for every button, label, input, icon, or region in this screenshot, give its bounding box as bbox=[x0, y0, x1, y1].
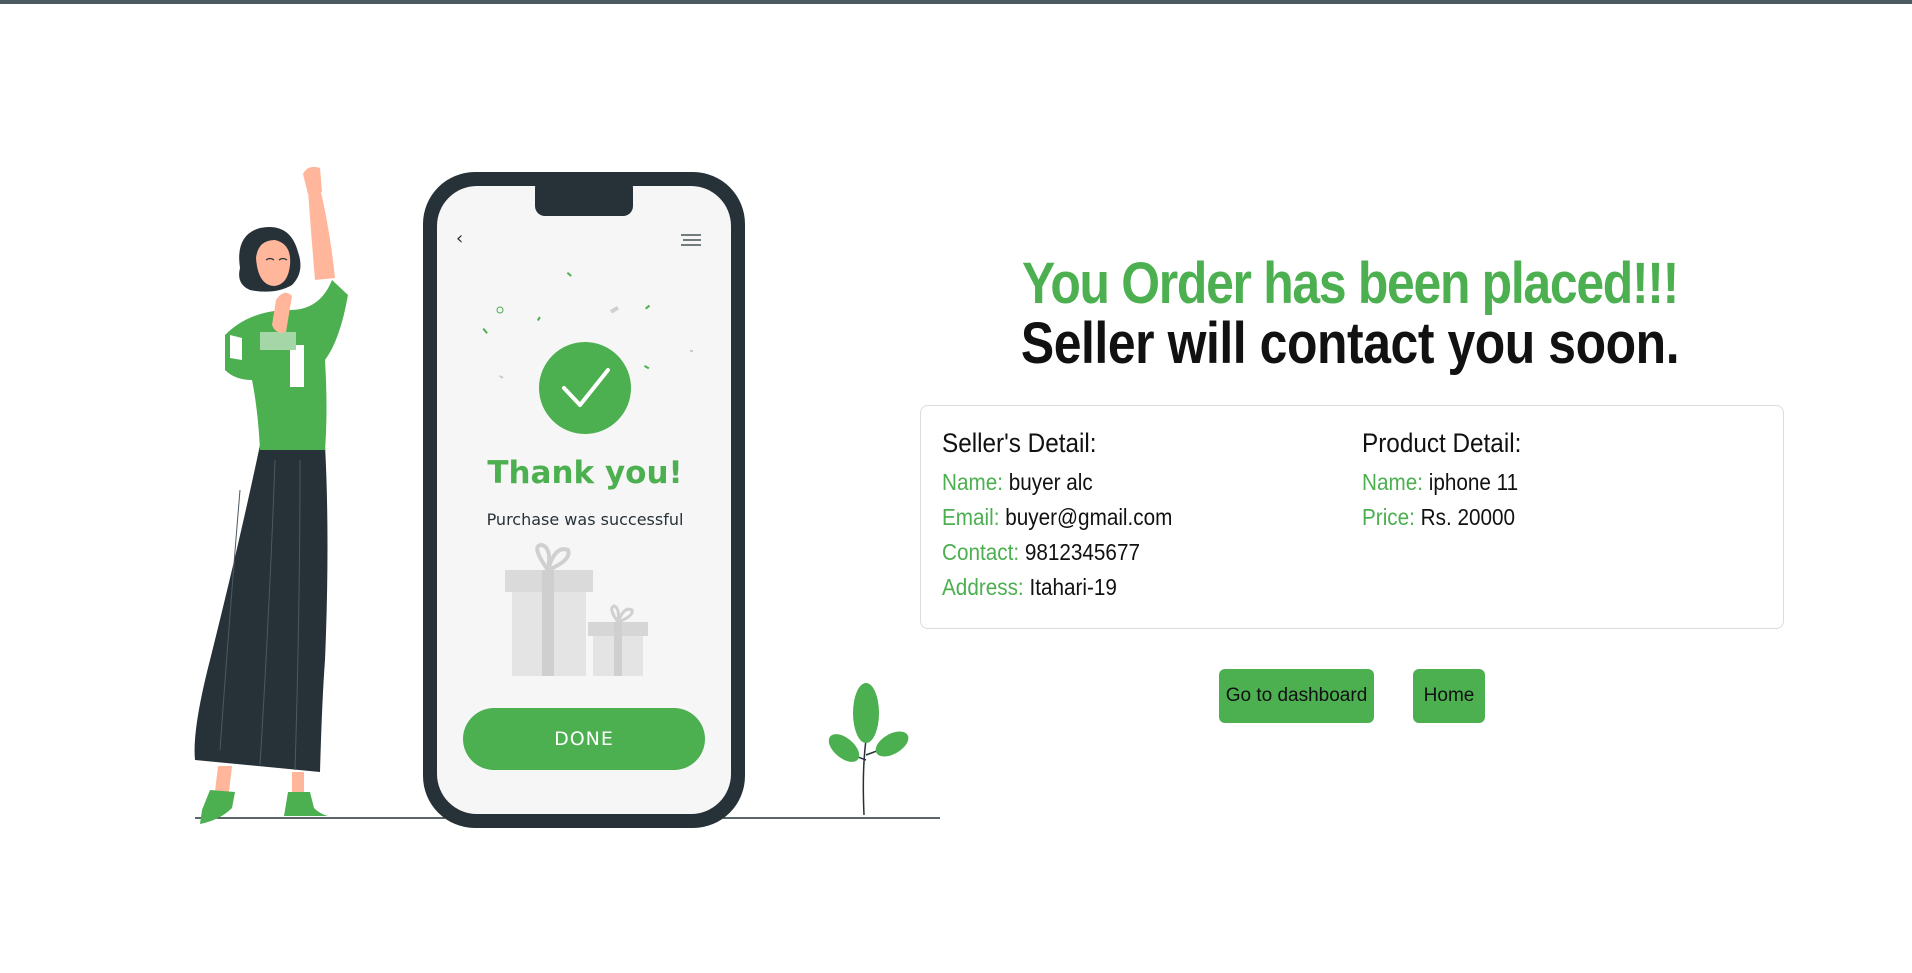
home-button[interactable]: Home bbox=[1413, 669, 1485, 723]
order-placed-heading: You Order has been placed!!! bbox=[1022, 251, 1679, 316]
woman-figure bbox=[194, 166, 348, 824]
thank-you-text: Thank you! bbox=[487, 455, 683, 491]
seller-contact-subheading: Seller will contact you soon. bbox=[1020, 311, 1680, 376]
back-chevron-icon: ‹ bbox=[456, 228, 464, 249]
plant-icon bbox=[828, 683, 909, 816]
seller-name-value: buyer alc bbox=[1008, 469, 1093, 495]
product-price-value: Rs. 20000 bbox=[1420, 504, 1516, 530]
seller-contact-label: Contact: bbox=[942, 539, 1020, 565]
go-to-dashboard-button[interactable]: Go to dashboard bbox=[1219, 669, 1374, 723]
product-name-row: Name: iphone 11 bbox=[1362, 465, 1521, 500]
product-price-row: Price: Rs. 20000 bbox=[1362, 500, 1521, 535]
product-name-label: Name: bbox=[1362, 469, 1423, 495]
seller-address-label: Address: bbox=[942, 574, 1024, 600]
seller-details-title: Seller's Detail: bbox=[942, 428, 1097, 458]
seller-details: Seller's Detail: Name: buyer alc Email: … bbox=[942, 428, 1198, 605]
seller-address-value: Itahari-19 bbox=[1029, 574, 1117, 600]
seller-address-row: Address: Itahari-19 bbox=[942, 570, 1172, 605]
phone-done-button: DONE bbox=[463, 708, 705, 770]
purchase-success-text: Purchase was successful bbox=[486, 510, 684, 529]
seller-email-label: Email: bbox=[942, 504, 1000, 530]
product-details-title: Product Detail: bbox=[1362, 428, 1522, 458]
top-border bbox=[0, 0, 1912, 4]
order-details-card: Seller's Detail: Name: buyer alc Email: … bbox=[920, 405, 1784, 629]
seller-email-value: buyer@gmail.com bbox=[1005, 504, 1173, 530]
product-price-label: Price: bbox=[1362, 504, 1415, 530]
check-icon bbox=[539, 342, 631, 434]
product-details: Product Detail: Name: iphone 11 Price: R… bbox=[1362, 428, 1539, 535]
seller-contact-value: 9812345677 bbox=[1024, 539, 1140, 565]
seller-contact-row: Contact: 9812345677 bbox=[942, 535, 1172, 570]
seller-email-row: Email: buyer@gmail.com bbox=[942, 500, 1172, 535]
seller-name-label: Name: bbox=[942, 469, 1003, 495]
seller-name-row: Name: buyer alc bbox=[942, 465, 1172, 500]
product-name-value: iphone 11 bbox=[1428, 469, 1519, 495]
